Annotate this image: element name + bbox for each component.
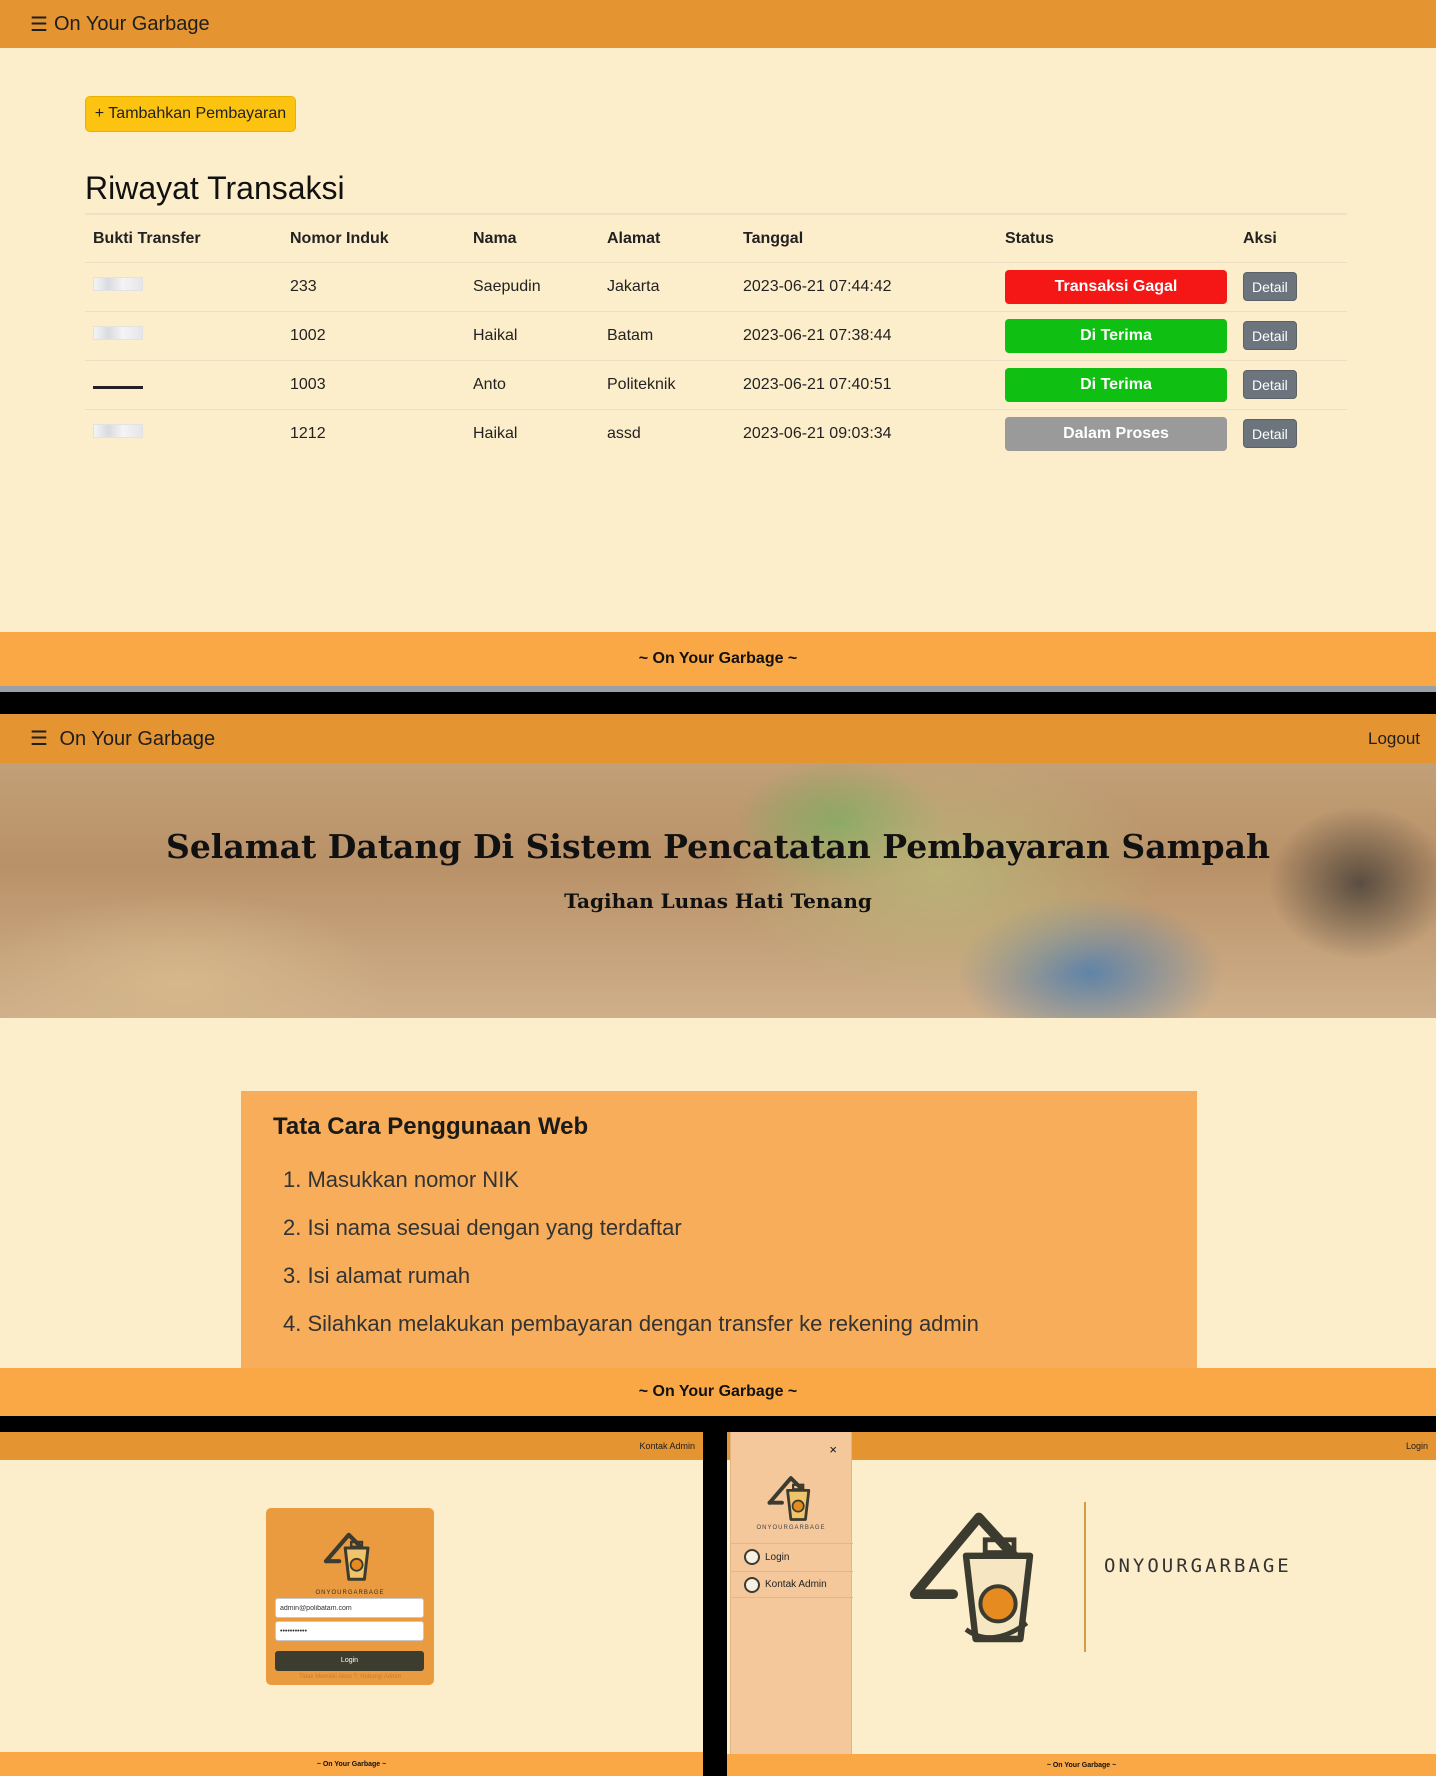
column-header: Nama [473, 229, 517, 247]
app-title[interactable]: On Your Garbage [54, 13, 210, 36]
contact-admin-link[interactable]: Kontak Admin [639, 1441, 695, 1451]
cell-nama: Haikal [465, 408, 599, 458]
navbar: ☰ On Your Garbage Logout [0, 714, 1436, 763]
transfer-proof-thumbnail[interactable] [93, 277, 143, 291]
logout-link[interactable]: Logout [1368, 729, 1420, 749]
login-card: ONYOURGARBAGE Login Tidak Memiliki Akun … [266, 1508, 434, 1685]
cell-tanggal: 2023-06-21 07:44:42 [735, 261, 997, 311]
list-item: 4. Silahkan melakukan pembayaran dengan … [283, 1311, 979, 1336]
status-badge: Di Terima [1005, 318, 1227, 353]
cell-alamat: Jakarta [599, 261, 735, 311]
hero-title: Selamat Datang Di Sistem Pencatatan Pemb… [165, 827, 1270, 866]
navbar: Kontak Admin [0, 1432, 703, 1460]
hero-subtitle: Tagihan Lunas Hati Tenang [564, 889, 872, 913]
sidebar-item-label: Kontak Admin [765, 1579, 827, 1590]
login-screen: Kontak Admin ONYOURGARBAGE Login Tidak M… [0, 1432, 703, 1776]
instructions-list: 1. Masukkan nomor NIK 2. Isi nama sesuai… [273, 1167, 1165, 1359]
divider [85, 213, 1347, 215]
cell-tanggal: 2023-06-21 07:40:51 [735, 359, 997, 409]
cell-tanggal: 2023-06-21 07:38:44 [735, 310, 997, 360]
contact-admin-hint[interactable]: Tidak Memiliki Akun ?, Hubungi Admin [266, 1674, 434, 1680]
onyourgarbage-logo-icon [323, 1532, 370, 1581]
column-header: Bukti Transfer [93, 229, 201, 247]
footer: ~ On Your Garbage ~ [0, 632, 1436, 686]
close-icon[interactable]: × [829, 1442, 837, 1457]
table-row: 1002 Haikal Batam 2023-06-21 07:38:44 Di… [85, 310, 1347, 360]
cell-nomor-induk: 1003 [282, 359, 465, 409]
cell-nomor-induk: 1212 [282, 408, 465, 458]
brand-divider [1084, 1502, 1086, 1652]
table-row: 1212 Haikal assd 2023-06-21 09:03:34 Dal… [85, 408, 1347, 458]
list-item: 1. Masukkan nomor NIK [283, 1167, 519, 1192]
cell-nomor-induk: 1002 [282, 310, 465, 360]
brand-name: ONYOURGARBAGE [1104, 1555, 1292, 1577]
login-button[interactable]: Login [275, 1651, 424, 1671]
footer: ~ On Your Garbage ~ [727, 1754, 1436, 1776]
app-title[interactable]: On Your Garbage [60, 728, 216, 750]
table-header: Bukti Transfer Nomor Induk Nama Alamat T… [85, 216, 1347, 262]
onyourgarbage-logo-icon [767, 1476, 811, 1521]
detail-button[interactable]: Detail [1243, 370, 1297, 399]
cell-alamat: Batam [599, 310, 735, 360]
cell-tanggal: 2023-06-21 09:03:34 [735, 408, 997, 458]
status-badge: Di Terima [1005, 367, 1227, 402]
table-row: 233 Saepudin Jakarta 2023-06-21 07:44:42… [85, 261, 1347, 311]
table-row: 1003 Anto Politeknik 2023-06-21 07:40:51… [85, 359, 1347, 409]
brand-name: ONYOURGARBAGE [315, 1590, 385, 1596]
detail-button[interactable]: Detail [1243, 419, 1297, 449]
column-header: Nomor Induk [290, 229, 389, 247]
transaction-table: Bukti Transfer Nomor Induk Nama Alamat T… [85, 216, 1347, 458]
brand-name: ONYOURGARBAGE [756, 1525, 826, 1531]
status-badge: Transaksi Gagal [1005, 269, 1227, 304]
column-header: Alamat [607, 229, 661, 247]
transfer-proof-thumbnail[interactable] [93, 326, 143, 340]
transfer-proof-thumbnail[interactable] [93, 424, 143, 439]
column-header: Status [1005, 229, 1054, 247]
column-header: Tanggal [743, 229, 804, 247]
cell-alamat: Politeknik [599, 359, 735, 409]
home-screen: ☰ On Your Garbage Logout Selamat Datang … [0, 714, 1436, 1416]
list-item: 3. Isi alamat rumah [283, 1263, 471, 1288]
email-field[interactable] [275, 1598, 424, 1618]
navbar: ☰ On Your Garbage [0, 0, 1436, 48]
hero-banner: Selamat Datang Di Sistem Pencatatan Pemb… [0, 763, 1436, 1018]
add-payment-button[interactable]: + Tambahkan Pembayaran [85, 96, 296, 132]
hamburger-menu-icon[interactable]: ☰ [30, 12, 48, 37]
column-header: Aksi [1243, 229, 1277, 247]
sidebar: × ONYOURGARBAGE Login Kontak Admin [730, 1432, 853, 1776]
onyourgarbage-logo-large-icon [910, 1512, 1034, 1643]
password-field[interactable] [275, 1621, 424, 1641]
usage-instructions-card: Tata Cara Penggunaan Web 1. Masukkan nom… [241, 1091, 1197, 1391]
footer: ~ On Your Garbage ~ [0, 1368, 1436, 1416]
transfer-proof-thumbnail[interactable] [93, 385, 143, 389]
hamburger-menu-icon[interactable]: ☰ [30, 728, 48, 750]
cell-nama: Saepudin [465, 261, 599, 311]
page-title: Riwayat Transaksi [85, 170, 345, 206]
list-item: 2. Isi nama sesuai dengan yang terdaftar [283, 1215, 682, 1240]
sidebar-item-login[interactable]: Login [731, 1543, 853, 1570]
contact-icon [744, 1576, 760, 1593]
footer: ~ On Your Garbage ~ [0, 1752, 703, 1776]
landing-screen: Login × ONYOURGARBAGE Login Kontak Admin… [727, 1432, 1436, 1776]
login-link[interactable]: Login [1406, 1441, 1428, 1451]
cell-nama: Haikal [465, 310, 599, 360]
instructions-title: Tata Cara Penggunaan Web [273, 1113, 589, 1140]
sidebar-item-contact-admin[interactable]: Kontak Admin [731, 1571, 853, 1598]
cell-nomor-induk: 233 [282, 261, 465, 311]
detail-button[interactable]: Detail [1243, 272, 1297, 301]
sidebar-item-label: Login [765, 1551, 790, 1563]
login-icon [744, 1549, 760, 1565]
detail-button[interactable]: Detail [1243, 321, 1297, 350]
transaction-history-screen: ☰ On Your Garbage + Tambahkan Pembayaran… [0, 0, 1436, 692]
cell-alamat: assd [599, 408, 735, 458]
status-badge: Dalam Proses [1005, 416, 1227, 451]
cell-nama: Anto [465, 359, 599, 409]
